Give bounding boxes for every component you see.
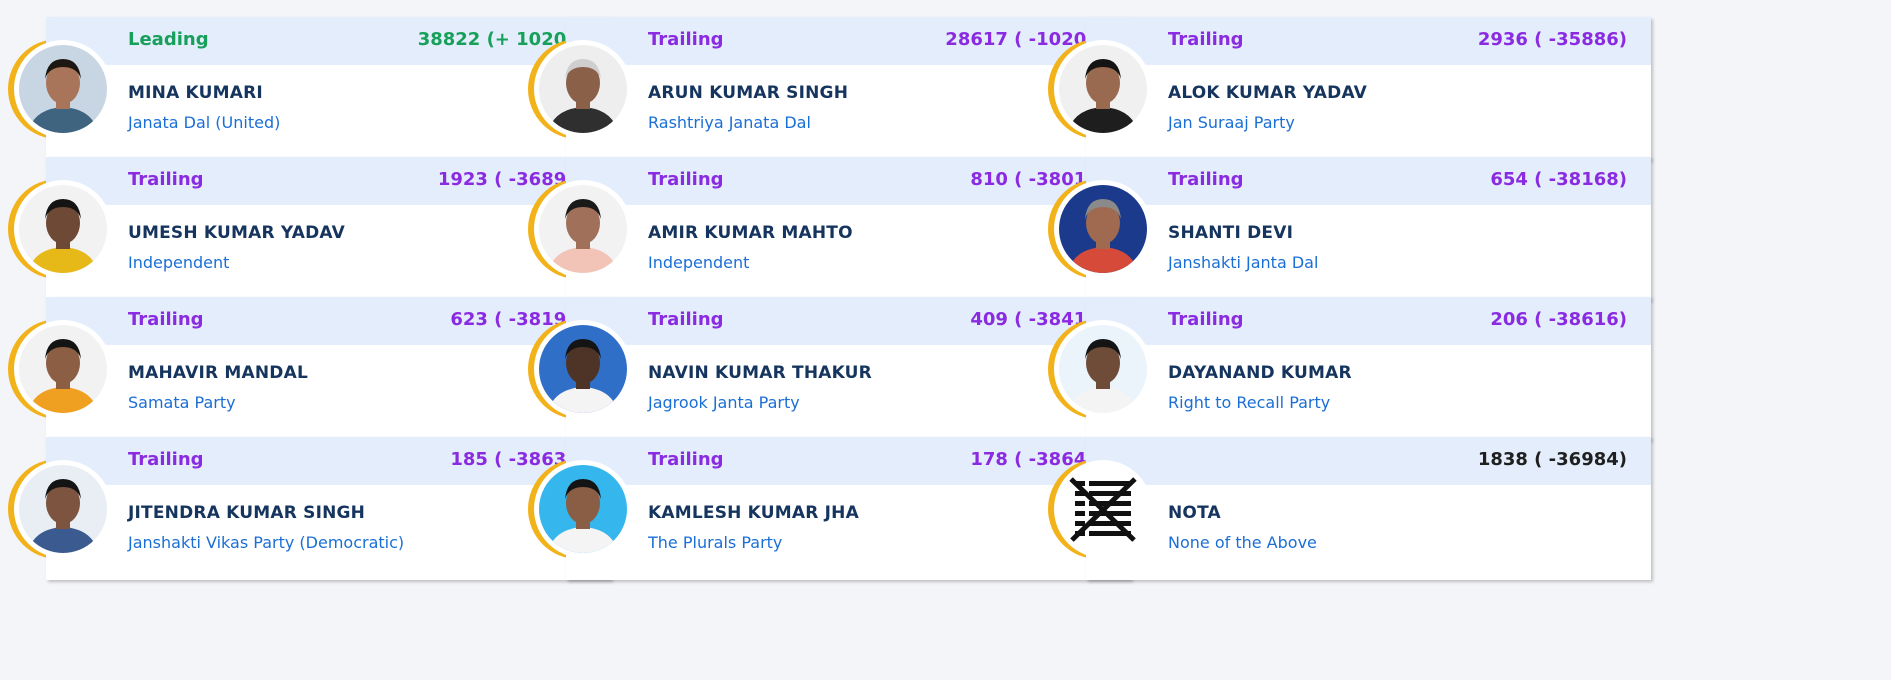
party-name[interactable]: Samata Party: [128, 393, 236, 412]
avatar: [534, 460, 632, 558]
candidate-photo-image: [539, 45, 627, 133]
candidate-card[interactable]: 1838 ( -36984) NOTA None of the Above: [1040, 437, 1674, 585]
avatar: [1054, 180, 1152, 278]
party-name[interactable]: Rashtriya Janata Dal: [648, 113, 811, 132]
candidate-name[interactable]: ARUN KUMAR SINGH: [648, 83, 848, 103]
candidate-photo: [19, 465, 107, 553]
avatar: [1054, 40, 1152, 138]
candidate-card-body: Trailing 654 ( -38168) SHANTI DEVI Janshakt…: [1086, 157, 1651, 300]
candidate-name[interactable]: UMESH KUMAR YADAV: [128, 223, 345, 243]
status-label: Trailing: [648, 29, 724, 50]
candidate-photo: [539, 325, 627, 413]
party-name[interactable]: Independent: [128, 253, 229, 272]
party-name[interactable]: Jan Suraaj Party: [1168, 113, 1295, 132]
candidate-photo: [1059, 465, 1147, 553]
candidate-photo-image: [539, 185, 627, 273]
status-label: Trailing: [1168, 169, 1244, 190]
avatar: [14, 460, 112, 558]
avatar: [14, 40, 112, 138]
status-label: Trailing: [648, 309, 724, 330]
party-name[interactable]: Right to Recall Party: [1168, 393, 1330, 412]
candidate-grid: Leading 38822 (+ 10205) MINA KUMARI Janata …: [0, 0, 1891, 680]
vote-count: 2936 ( -35886): [1477, 29, 1627, 50]
candidate-photo: [539, 185, 627, 273]
candidate-photo-image: [19, 465, 107, 553]
vote-count: 1838 ( -36984): [1477, 449, 1627, 470]
candidate-photo: [539, 45, 627, 133]
candidate-photo-image: [539, 325, 627, 413]
vote-count: 206 ( -38616): [1490, 309, 1627, 330]
candidate-name[interactable]: DAYANAND KUMAR: [1168, 363, 1352, 383]
candidate-name[interactable]: ALOK KUMAR YADAV: [1168, 83, 1367, 103]
avatar: [14, 320, 112, 418]
candidate-photo: [19, 185, 107, 273]
candidate-name[interactable]: NOTA: [1168, 503, 1221, 523]
candidate-card-body: Trailing 206 ( -38616) DAYANAND KUMAR Right…: [1086, 297, 1651, 440]
status-label: Leading: [128, 29, 209, 50]
candidate-photo-image: [1059, 185, 1147, 273]
candidate-name[interactable]: MAHAVIR MANDAL: [128, 363, 308, 383]
candidate-card-body: 1838 ( -36984) NOTA None of the Above: [1086, 437, 1651, 580]
candidate-photo-image: [1059, 45, 1147, 133]
avatar: [1054, 320, 1152, 418]
candidate-photo-image: [539, 465, 627, 553]
candidate-name[interactable]: KAMLESH KUMAR JHA: [648, 503, 859, 523]
party-name[interactable]: Janshakti Janta Dal: [1168, 253, 1318, 272]
candidate-name[interactable]: AMIR KUMAR MAHTO: [648, 223, 853, 243]
status-label: Trailing: [1168, 29, 1244, 50]
candidate-name[interactable]: SHANTI DEVI: [1168, 223, 1293, 243]
status-label: Trailing: [648, 169, 724, 190]
candidate-photo: [539, 465, 627, 553]
candidate-photo: [1059, 185, 1147, 273]
nota-icon: [1059, 465, 1147, 553]
candidate-name[interactable]: JITENDRA KUMAR SINGH: [128, 503, 365, 523]
candidate-card[interactable]: Trailing 206 ( -38616) DAYANAND KUMAR Right…: [1040, 297, 1674, 445]
candidate-photo-image: [1059, 325, 1147, 413]
party-name[interactable]: Independent: [648, 253, 749, 272]
candidate-card-body: Trailing 2936 ( -35886) ALOK KUMAR YADAV Ja…: [1086, 17, 1651, 160]
candidate-name[interactable]: MINA KUMARI: [128, 83, 263, 103]
candidate-card[interactable]: Trailing 2936 ( -35886) ALOK KUMAR YADAV Ja…: [1040, 17, 1674, 165]
avatar: [14, 180, 112, 278]
candidate-photo: [1059, 45, 1147, 133]
party-name[interactable]: None of the Above: [1168, 533, 1317, 552]
candidate-photo-image: [19, 185, 107, 273]
candidate-photo: [19, 325, 107, 413]
status-label: Trailing: [1168, 309, 1244, 330]
avatar: [534, 320, 632, 418]
vote-count: 654 ( -38168): [1490, 169, 1627, 190]
avatar: [534, 40, 632, 138]
status-label: Trailing: [128, 169, 204, 190]
status-label: Trailing: [648, 449, 724, 470]
candidate-photo-image: [19, 45, 107, 133]
candidate-name[interactable]: NAVIN KUMAR THAKUR: [648, 363, 872, 383]
party-name[interactable]: Janata Dal (United): [128, 113, 280, 132]
candidate-photo: [1059, 325, 1147, 413]
status-label: Trailing: [128, 309, 204, 330]
candidate-photo: [19, 45, 107, 133]
party-name[interactable]: Janshakti Vikas Party (Democratic): [128, 533, 404, 552]
party-name[interactable]: Jagrook Janta Party: [648, 393, 800, 412]
party-name[interactable]: The Plurals Party: [648, 533, 782, 552]
avatar: [534, 180, 632, 278]
candidate-card[interactable]: Trailing 654 ( -38168) SHANTI DEVI Janshakt…: [1040, 157, 1674, 305]
status-label: Trailing: [128, 449, 204, 470]
avatar: [1054, 460, 1152, 558]
candidate-photo-image: [19, 325, 107, 413]
